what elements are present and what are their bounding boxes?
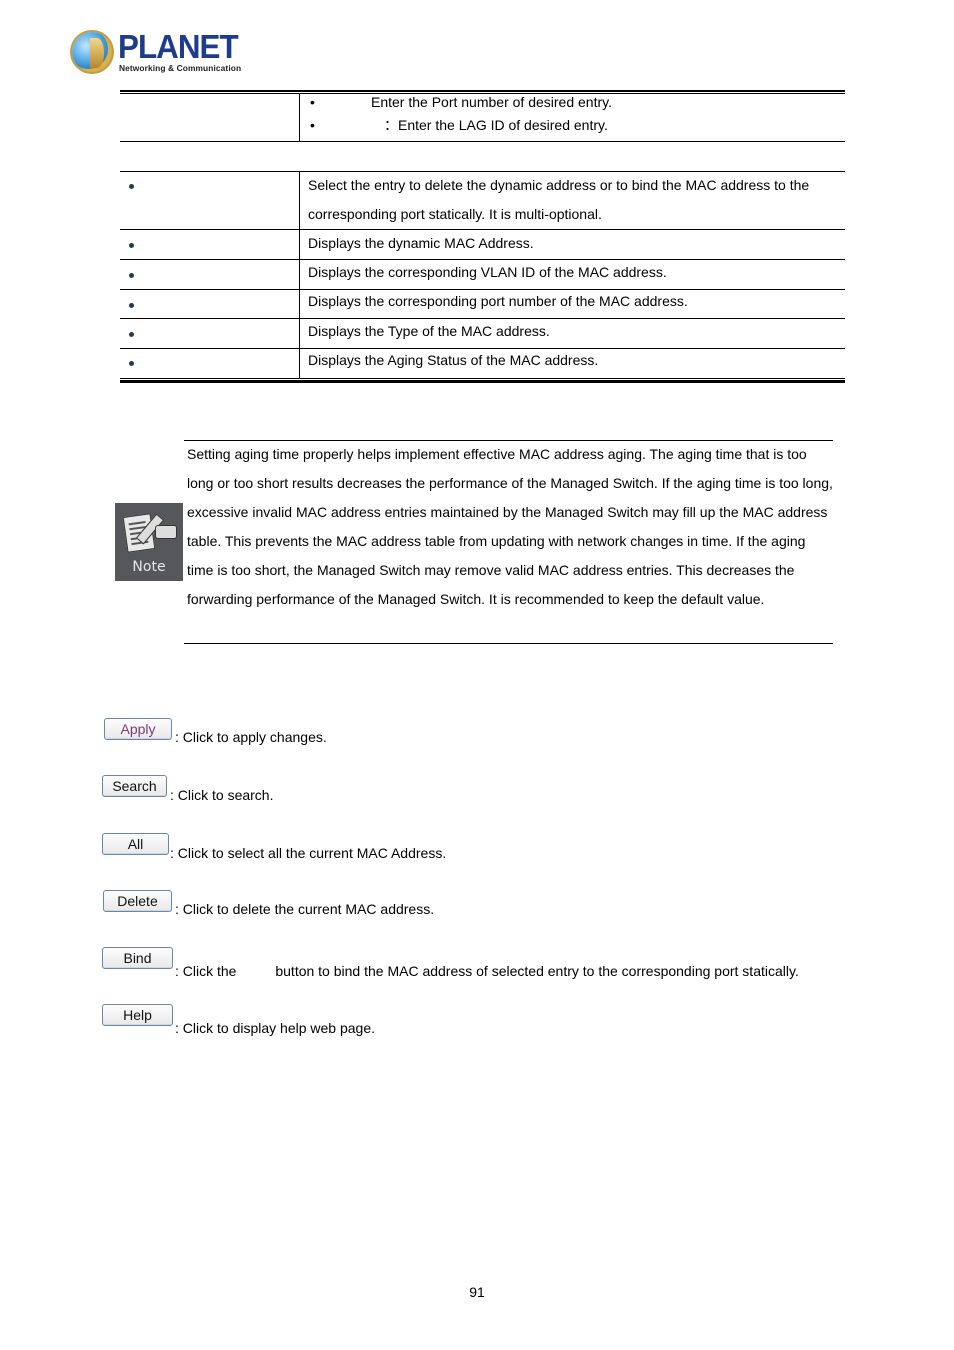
page-number: 91	[469, 1284, 485, 1300]
search-button[interactable]: Search	[102, 775, 167, 797]
apply-description: : Click to apply changes.	[175, 729, 327, 745]
note-icon-label: Note	[132, 559, 166, 575]
note-icon: Note	[115, 503, 183, 581]
field-description: corresponding port statically. It is mul…	[308, 206, 602, 222]
field-description: Displays the dynamic MAC Address.	[308, 235, 534, 251]
note-text: Setting aging time properly helps implem…	[187, 446, 833, 607]
planet-logo: PLANET Networking & Communication	[72, 28, 242, 76]
delete-description: : Click to delete the current MAC addres…	[175, 901, 435, 917]
field-description: Select the entry to delete the dynamic a…	[308, 177, 810, 193]
note-box: Setting aging time properly helps implem…	[184, 440, 833, 644]
mac-field-table: Select the entry to delete the dynamic a…	[120, 171, 845, 383]
bullet-icon	[129, 332, 134, 337]
bullet-icon	[129, 184, 134, 189]
help-button[interactable]: Help	[102, 1004, 173, 1026]
field-description: Displays the Type of the MAC address.	[308, 323, 550, 339]
apply-button[interactable]: Apply	[104, 718, 172, 740]
all-button[interactable]: All	[102, 833, 169, 855]
all-description: : Click to select all the current MAC Ad…	[170, 845, 447, 861]
bullet-icon	[129, 273, 134, 278]
lag-description: ：Enter the LAG ID of desired entry.	[384, 117, 608, 133]
help-description: : Click to display help web page.	[175, 1020, 375, 1036]
bullet-icon	[129, 303, 134, 308]
bullet-icon	[129, 361, 134, 366]
delete-button[interactable]: Delete	[103, 890, 172, 912]
bullet-icon: •	[310, 94, 315, 110]
field-description: Displays the Aging Status of the MAC add…	[308, 352, 599, 368]
globe-logo-icon	[72, 32, 112, 72]
bind-button[interactable]: Bind	[102, 947, 173, 969]
port-lag-table: • Enter the Port number of desired entry…	[120, 90, 845, 142]
field-description: Displays the corresponding port number o…	[308, 293, 688, 309]
field-description: Displays the corresponding VLAN ID of th…	[308, 264, 667, 280]
logo-wordmark: PLANET	[118, 28, 239, 65]
bullet-icon	[129, 243, 134, 248]
logo-tagline: Networking & Communication	[119, 63, 242, 73]
bullet-icon: •	[310, 117, 315, 133]
search-description: : Click to search.	[170, 787, 274, 803]
bind-description: : Click the button to bind the MAC addre…	[175, 963, 799, 979]
